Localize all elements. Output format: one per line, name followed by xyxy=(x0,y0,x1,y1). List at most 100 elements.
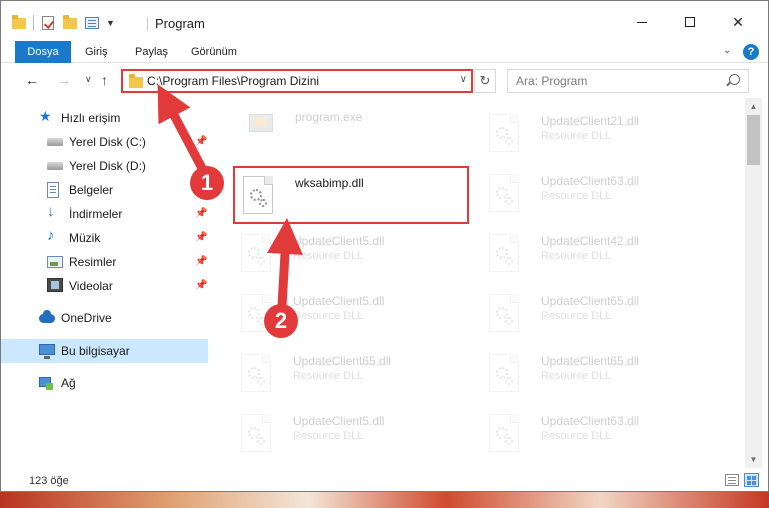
sidebar-item-label: Ağ xyxy=(61,376,76,390)
minimize-button[interactable] xyxy=(619,7,665,37)
help-icon[interactable]: ? xyxy=(743,44,759,60)
file-item[interactable]: UpdateClient65.dll Resource DLL xyxy=(223,346,453,398)
sidebar-item-network[interactable]: Ağ xyxy=(1,371,208,395)
file-item[interactable]: UpdateClient5.dll Resource DLL xyxy=(223,286,453,338)
address-path[interactable]: C:\Program Files\Program Dizini xyxy=(147,74,319,88)
file-item[interactable]: UpdateClient63.dll Resource DLL xyxy=(471,166,701,218)
address-dropdown-icon[interactable]: ∨ xyxy=(460,74,467,85)
dll-file-icon xyxy=(241,234,271,272)
sidebar-item-music[interactable]: ♪ Müzik 📌 xyxy=(1,226,208,250)
sidebar-item-label: Yerel Disk (C:) xyxy=(69,135,146,149)
vertical-scrollbar[interactable]: ▲ ▼ xyxy=(745,98,762,468)
properties-check-icon[interactable] xyxy=(40,15,56,31)
step-2-badge: 2 xyxy=(264,304,298,338)
navigation-pane: ★ Hızlı erişim Yerel Disk (C:) 📌 Yerel D… xyxy=(1,98,211,468)
pin-icon[interactable]: 📌 xyxy=(195,256,207,267)
item-count: 123 öğe xyxy=(29,475,69,487)
desktop-background xyxy=(0,492,769,508)
sidebar-item-local-disk-c[interactable]: Yerel Disk (C:) 📌 xyxy=(1,130,208,154)
file-type: Resource DLL xyxy=(541,190,612,202)
scrollbar-thumb[interactable] xyxy=(747,115,760,165)
file-name: UpdateClient65.dll xyxy=(541,294,640,308)
file-type: Resource DLL xyxy=(541,250,612,262)
sidebar-item-downloads[interactable]: ↓ İndirmeler 📌 xyxy=(1,202,208,226)
close-icon: ✕ xyxy=(732,13,744,30)
sidebar-item-label: Yerel Disk (D:) xyxy=(69,159,146,173)
address-bar[interactable]: C:\Program Files\Program Dizini ∨ xyxy=(121,69,473,93)
file-item[interactable]: UpdateClient21.dll Resource DLL xyxy=(471,106,701,158)
folder-icon[interactable] xyxy=(11,15,27,31)
file-item[interactable]: UpdateClient42.dll Resource DLL xyxy=(471,226,701,278)
details-view-icon[interactable] xyxy=(725,474,739,486)
scroll-up-icon[interactable]: ▲ xyxy=(745,98,762,115)
tab-gorunum[interactable]: Görünüm xyxy=(179,41,249,63)
recent-locations-chevron-icon[interactable]: ∨ xyxy=(85,74,92,85)
scroll-down-icon[interactable]: ▼ xyxy=(745,451,762,468)
highlighted-file[interactable]: wksabimp.dll xyxy=(233,166,469,224)
dll-file-icon xyxy=(489,294,519,332)
file-item[interactable]: UpdateClient65.dll Resource DLL xyxy=(471,286,701,338)
application-icon xyxy=(247,108,273,134)
search-box[interactable] xyxy=(507,69,749,93)
search-input[interactable] xyxy=(508,70,720,92)
sidebar-item-quick-access[interactable]: ★ Hızlı erişim xyxy=(1,106,208,130)
tab-giris[interactable]: Giriş xyxy=(73,41,120,63)
maximize-button[interactable] xyxy=(667,7,713,37)
customize-toolbar-icon[interactable]: ▼ xyxy=(106,18,115,28)
file-list: program.exe wksabimp.dll UpdateClient5.d… xyxy=(211,98,745,468)
sidebar-item-label: OneDrive xyxy=(61,311,112,325)
dll-file-icon xyxy=(489,174,519,212)
search-icon[interactable] xyxy=(729,74,740,85)
file-item[interactable]: program.exe xyxy=(225,102,455,154)
pin-icon[interactable]: 📌 xyxy=(195,208,207,219)
sidebar-item-pictures[interactable]: Resimler 📌 xyxy=(1,250,208,274)
properties-icon[interactable] xyxy=(84,15,100,31)
sidebar-item-label: Videolar xyxy=(69,279,113,293)
cloud-icon xyxy=(39,310,55,323)
large-icons-view-icon[interactable] xyxy=(744,473,759,487)
tab-paylas[interactable]: Paylaş xyxy=(123,41,180,63)
forward-arrow-icon[interactable]: → xyxy=(57,72,71,88)
expand-ribbon-icon[interactable]: ⌄ xyxy=(723,45,731,56)
folder-icon xyxy=(128,74,144,90)
file-item-wksabimp[interactable]: wksabimp.dll xyxy=(225,168,455,220)
star-icon: ★ xyxy=(39,108,52,124)
toolbar-divider xyxy=(33,15,34,31)
back-arrow-icon[interactable]: ← xyxy=(25,72,39,88)
sidebar-item-documents[interactable]: Belgeler 📌 xyxy=(1,178,208,202)
sidebar-item-local-disk-d[interactable]: Yerel Disk (D:) xyxy=(1,154,208,178)
dll-file-icon xyxy=(241,414,271,452)
file-item[interactable]: UpdateClient63.dll Resource DLL xyxy=(471,406,701,458)
file-item[interactable]: UpdateClient65.dll Resource DLL xyxy=(471,346,701,398)
dll-file-icon xyxy=(243,176,273,214)
sidebar-item-label: Bu bilgisayar xyxy=(61,344,130,358)
pin-icon[interactable]: 📌 xyxy=(195,136,207,147)
sidebar-item-videos[interactable]: Videolar 📌 xyxy=(1,274,208,298)
refresh-icon[interactable]: ↻ xyxy=(474,69,496,93)
up-arrow-icon[interactable]: ↑ xyxy=(101,72,108,88)
dll-file-icon xyxy=(489,234,519,272)
file-type: Resource DLL xyxy=(541,310,612,322)
pin-icon[interactable]: 📌 xyxy=(195,232,207,243)
sidebar-item-label: İndirmeler xyxy=(69,207,123,221)
computer-icon xyxy=(39,344,55,359)
sidebar-item-onedrive[interactable]: OneDrive xyxy=(1,306,208,330)
file-name: wksabimp.dll xyxy=(295,176,364,190)
file-name: UpdateClient21.dll xyxy=(541,114,640,128)
documents-icon xyxy=(47,182,59,198)
file-item[interactable]: UpdateClient5.dll Resource DLL xyxy=(223,226,453,278)
sidebar-item-this-pc[interactable]: Bu bilgisayar xyxy=(1,339,208,363)
sidebar-item-label: Resimler xyxy=(69,255,117,269)
sidebar-item-label: Hızlı erişim xyxy=(61,111,121,125)
maximize-icon xyxy=(685,17,695,27)
file-type: Resource DLL xyxy=(293,430,364,442)
close-button[interactable]: ✕ xyxy=(715,7,761,37)
new-folder-icon[interactable] xyxy=(62,15,78,31)
file-item[interactable]: UpdateClient5.dll Resource DLL xyxy=(223,406,453,458)
file-type: Resource DLL xyxy=(293,370,364,382)
pin-icon[interactable]: 📌 xyxy=(195,280,207,291)
network-icon xyxy=(39,377,53,390)
status-bar: 123 öğe xyxy=(1,468,768,491)
step-1-badge: 1 xyxy=(190,166,224,200)
tab-dosya[interactable]: Dosya xyxy=(15,41,71,63)
